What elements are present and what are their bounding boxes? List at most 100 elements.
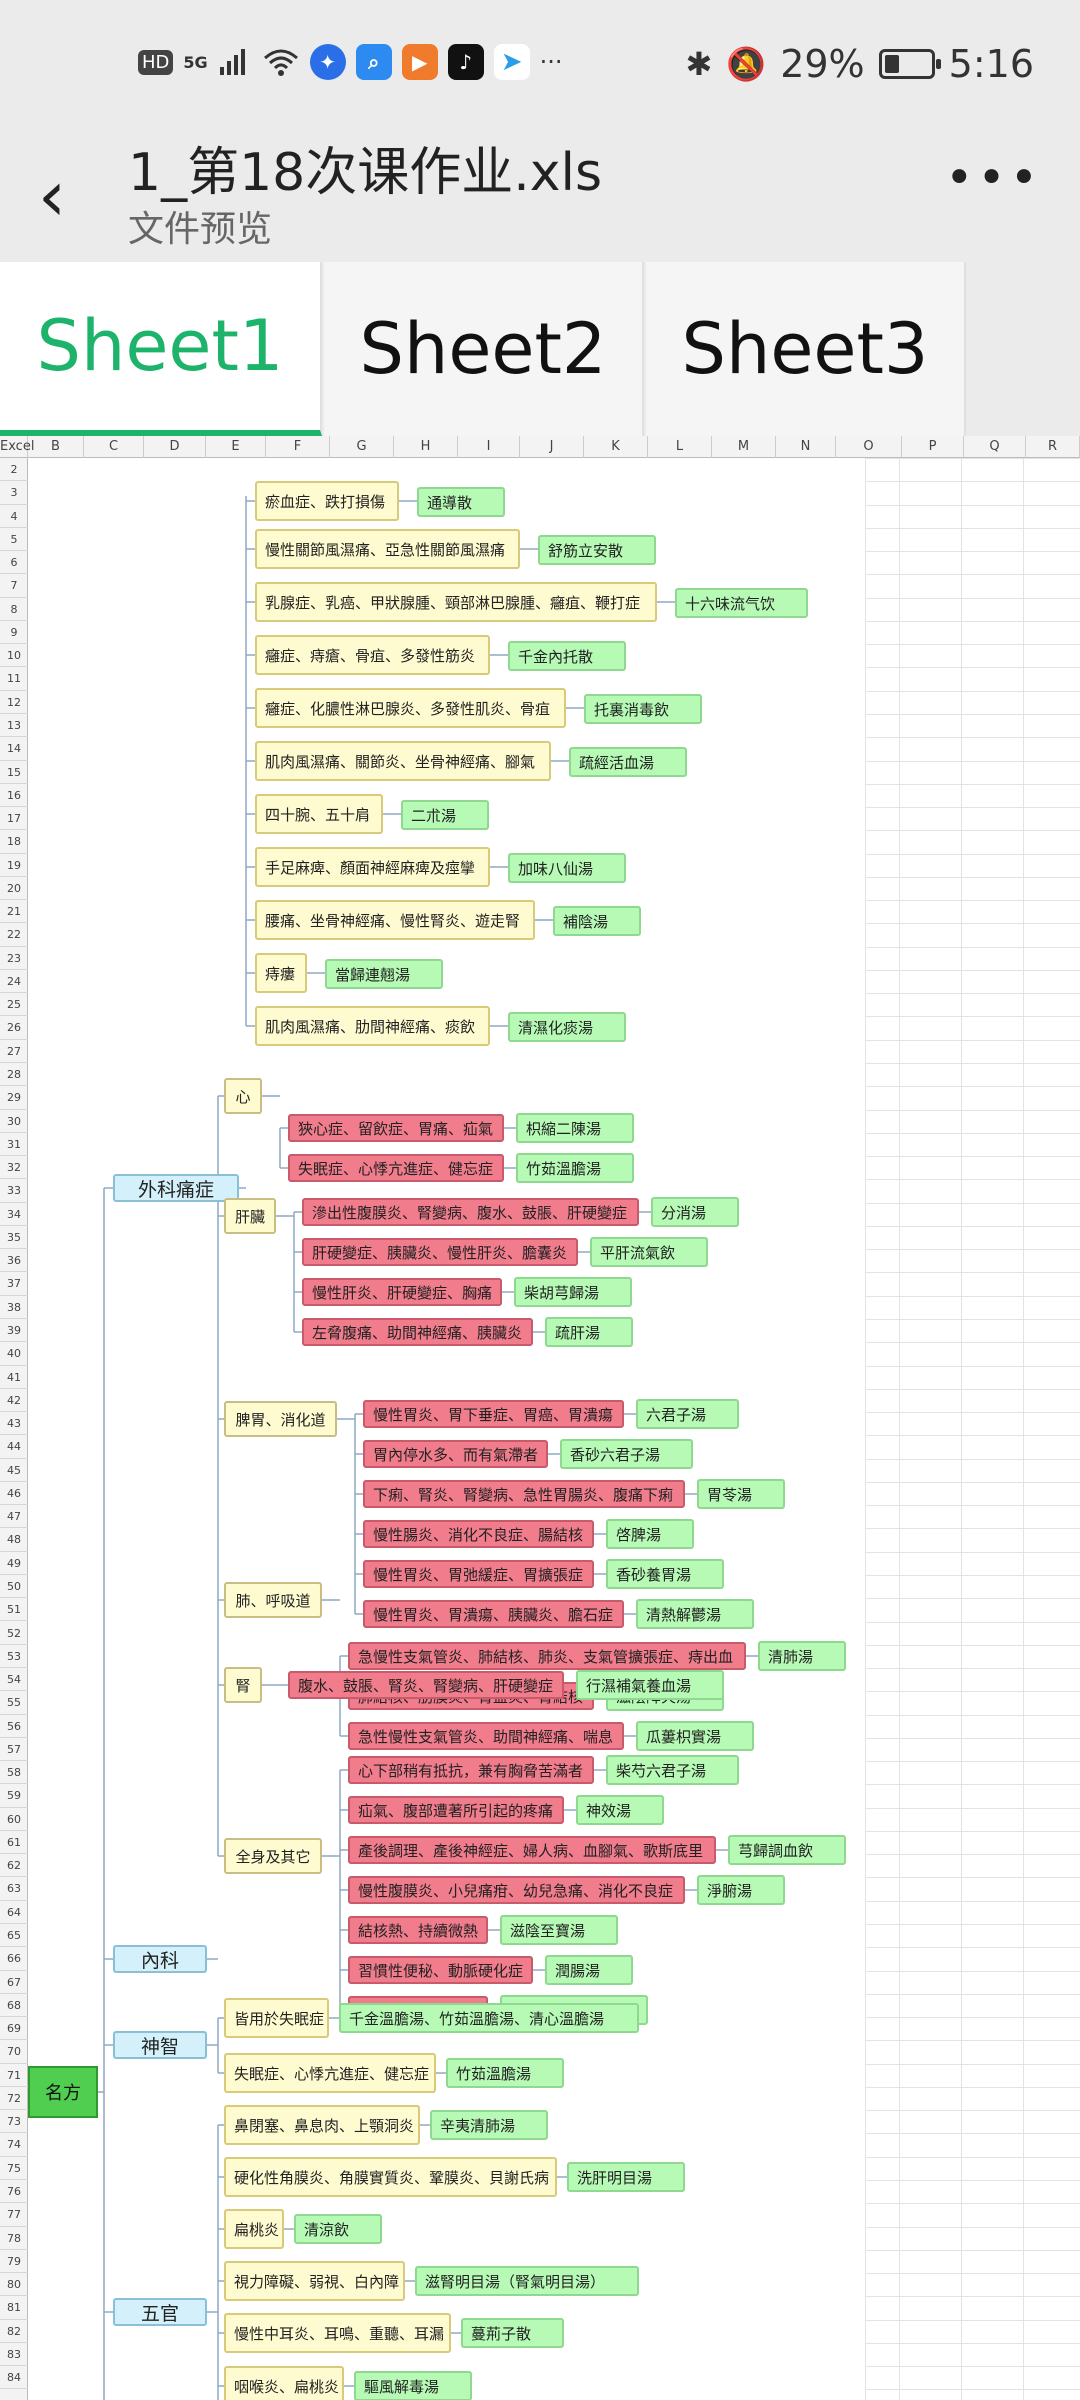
condition-node: 肌肉風濕痛、肋間神經痛、痰飲 bbox=[255, 1006, 490, 1046]
category-node: 外科痛症 bbox=[113, 1174, 239, 1202]
formula-node: 胃苓湯 bbox=[697, 1479, 785, 1509]
category-node: 五官 bbox=[113, 2298, 207, 2326]
condition-node: 慢性胃炎、胃弛緩症、胃擴張症 bbox=[363, 1560, 594, 1588]
clock: 5:16 bbox=[948, 42, 1034, 86]
mindmap-root-node: 名方 bbox=[28, 2066, 98, 2118]
sheet-tabs: Sheet1 Sheet2 Sheet3 bbox=[0, 260, 1080, 436]
condition-node: 慢性中耳炎、耳鳴、重聽、耳漏 bbox=[224, 2313, 451, 2353]
more-icon: ••• bbox=[945, 150, 1042, 206]
spreadsheet-view[interactable]: Excel B C D E F G H I J K L M N O P Q R 2 3 4 5 6 7 8 9 10 11 12 13 1… bbox=[0, 436, 1080, 2400]
condition-node: 腹水、鼓脹、腎炎、腎變病、肝硬變症 bbox=[288, 1671, 564, 1699]
condition-node: 扁桃炎 bbox=[224, 2209, 284, 2249]
formula-node: 枳縮二陳湯 bbox=[516, 1113, 634, 1143]
formula-node: 驅風解毒湯 bbox=[354, 2371, 472, 2400]
formula-node: 通導散 bbox=[417, 487, 505, 517]
file-subtitle: 文件预览 bbox=[128, 209, 273, 250]
hd-icon: HD bbox=[138, 49, 174, 75]
formula-node: 香砂六君子湯 bbox=[560, 1439, 693, 1469]
formula-node: 托裏消毒飲 bbox=[584, 694, 702, 724]
formula-node: 平肝流氣飲 bbox=[590, 1237, 708, 1267]
condition-node: 瘀血症、跌打損傷 bbox=[255, 481, 399, 521]
condition-node: 急慢性支氣管炎、肺結核、肺炎、支氣管擴張症、痔出血 bbox=[348, 1642, 746, 1670]
formula-node: 清涼飲 bbox=[294, 2214, 382, 2244]
group-node: 肺、呼吸道 bbox=[224, 1582, 322, 1618]
play-app-icon: ▶ bbox=[401, 44, 438, 80]
tab-sheet3[interactable]: Sheet3 bbox=[646, 262, 966, 436]
condition-node: 習慣性便秘、動脈硬化症 bbox=[348, 1956, 533, 1984]
condition-node: 滲出性腹膜炎、腎變病、腹水、鼓脹、肝硬變症 bbox=[302, 1198, 639, 1226]
battery-icon bbox=[878, 49, 941, 79]
formula-node: 辛夷清肺湯 bbox=[430, 2110, 548, 2140]
formula-node: 分消湯 bbox=[651, 1197, 739, 1227]
tab-sheet1[interactable]: Sheet1 bbox=[0, 262, 322, 436]
condition-node: 癰症、化膿性淋巴腺炎、多發性肌炎、骨疽 bbox=[255, 688, 566, 728]
condition-node: 慢性關節風濕痛、亞急性關節風濕痛 bbox=[255, 529, 520, 569]
mute-icon: 🔕 bbox=[726, 45, 767, 83]
formula-node: 柴胡芎歸湯 bbox=[514, 1277, 632, 1307]
condition-node: 肝硬變症、胰臟炎、慢性肝炎、膽囊炎 bbox=[302, 1238, 578, 1266]
formula-node: 竹茹溫膽湯 bbox=[516, 1153, 634, 1183]
tab-sheet2[interactable]: Sheet2 bbox=[324, 262, 644, 436]
condition-node: 慢性腹膜炎、小兒痛疳、幼兒急痛、消化不良症 bbox=[348, 1876, 685, 1904]
group-node: 心 bbox=[224, 1078, 262, 1114]
formula-node: 竹茹溫膽湯 bbox=[446, 2058, 564, 2088]
condition-node: 結核熱、持續微熱 bbox=[348, 1916, 488, 1944]
group-node: 腎 bbox=[224, 1667, 262, 1703]
formula-node: 滋陰至寶湯 bbox=[500, 1915, 618, 1945]
formula-node: 疏經活血湯 bbox=[569, 747, 687, 777]
formula-node: 二朮湯 bbox=[401, 800, 489, 830]
status-right: ✱ 🔕 29% 5:16 bbox=[686, 42, 1034, 86]
status-left-icons: HD 5G ✦ ⌕ ▶ ♪ ➤ ··· bbox=[138, 44, 563, 80]
condition-node: 失眠症、心悸亢進症、健忘症 bbox=[288, 1154, 504, 1182]
bulb-app-icon: ✦ bbox=[309, 44, 346, 80]
condition-node: 慢性胃炎、胃潰瘍、胰臟炎、膽石症 bbox=[363, 1600, 624, 1628]
formula-node: 芎歸調血飲 bbox=[728, 1835, 846, 1865]
condition-node: 失眠症、心悸亢進症、健忘症 bbox=[224, 2053, 436, 2093]
formula-node: 補陰湯 bbox=[553, 906, 641, 936]
condition-node: 咽喉炎、扁桃炎 bbox=[224, 2366, 344, 2400]
group-node: 脾胃、消化道 bbox=[224, 1401, 337, 1437]
status-bar: HD 5G ✦ ⌕ ▶ ♪ ➤ ··· ✱ 🔕 29% 5:16 bbox=[0, 0, 1080, 130]
condition-node: 急性慢性支氣管炎、助間神經痛、喘息 bbox=[348, 1722, 624, 1750]
condition-node: 癰症、痔瘡、骨疽、多發性筋炎 bbox=[255, 635, 490, 675]
formula-node: 疏肝湯 bbox=[545, 1317, 633, 1347]
formula-node: 千金內托散 bbox=[508, 641, 626, 671]
condition-node: 視力障礙、弱視、白內障 bbox=[224, 2261, 405, 2301]
formula-node: 潤腸湯 bbox=[545, 1955, 633, 1985]
title-bar: ‹ 1_第18次课作业.xls 文件预览 ••• bbox=[0, 130, 1080, 260]
condition-node: 下痢、腎炎、腎變病、急性胃腸炎、腹痛下痢 bbox=[363, 1480, 685, 1508]
formula-node: 六君子湯 bbox=[636, 1399, 739, 1429]
condition-node: 鼻閉塞、鼻息肉、上顎洞炎 bbox=[224, 2105, 420, 2145]
more-notifications-icon: ··· bbox=[539, 48, 563, 76]
formula-node: 啓脾湯 bbox=[606, 1519, 694, 1549]
more-options-button[interactable]: ••• bbox=[945, 150, 1042, 206]
condition-node: 心下部稍有抵抗，兼有胸脅苦滿者 bbox=[348, 1756, 594, 1784]
condition-node: 疝氣、腹部遭著所引起的疼痛 bbox=[348, 1796, 564, 1824]
formula-node: 舒筋立安散 bbox=[538, 535, 656, 565]
condition-node: 慢性腸炎、消化不良症、腸結核 bbox=[363, 1520, 594, 1548]
category-node: 內科 bbox=[113, 1945, 207, 1973]
condition-node: 痔瘻 bbox=[255, 953, 307, 993]
formula-node: 滋腎明目湯（腎氣明目湯） bbox=[415, 2266, 639, 2296]
formula-node: 洗肝明目湯 bbox=[567, 2162, 685, 2192]
battery-percent: 29% bbox=[780, 42, 865, 86]
telegram-app-icon: ➤ bbox=[493, 44, 530, 80]
formula-node: 行濕補氣養血湯 bbox=[576, 1670, 724, 1700]
tiktok-app-icon: ♪ bbox=[447, 44, 484, 80]
back-button[interactable]: ‹ bbox=[38, 156, 88, 236]
formula-node: 香砂養胃湯 bbox=[606, 1559, 724, 1589]
condition-node: 硬化性角膜炎、角膜實質炎、鞏膜炎、貝謝氏病 bbox=[224, 2157, 557, 2197]
condition-node: 狹心症、留飲症、胃痛、疝氣 bbox=[288, 1114, 504, 1142]
formula-node: 十六味流气饮 bbox=[675, 588, 808, 618]
condition-node: 皆用於失眠症 bbox=[224, 1998, 329, 2038]
bluetooth-icon: ✱ bbox=[685, 45, 713, 83]
condition-node: 慢性胃炎、胃下垂症、胃癌、胃潰瘍 bbox=[363, 1400, 624, 1428]
condition-node: 胃內停水多、而有氣滯者 bbox=[363, 1440, 548, 1468]
formula-node: 清濕化痰湯 bbox=[508, 1012, 626, 1042]
group-node: 肝臟 bbox=[224, 1198, 276, 1234]
formula-node: 千金溫膽湯、竹茹溫膽湯、清心溫膽湯 bbox=[339, 2003, 639, 2033]
file-title: 1_第18次课作业.xls bbox=[128, 143, 603, 203]
formula-node: 淨腑湯 bbox=[697, 1875, 785, 1905]
condition-node: 四十腕、五十肩 bbox=[255, 794, 383, 834]
chevron-left-icon: ‹ bbox=[38, 155, 66, 237]
